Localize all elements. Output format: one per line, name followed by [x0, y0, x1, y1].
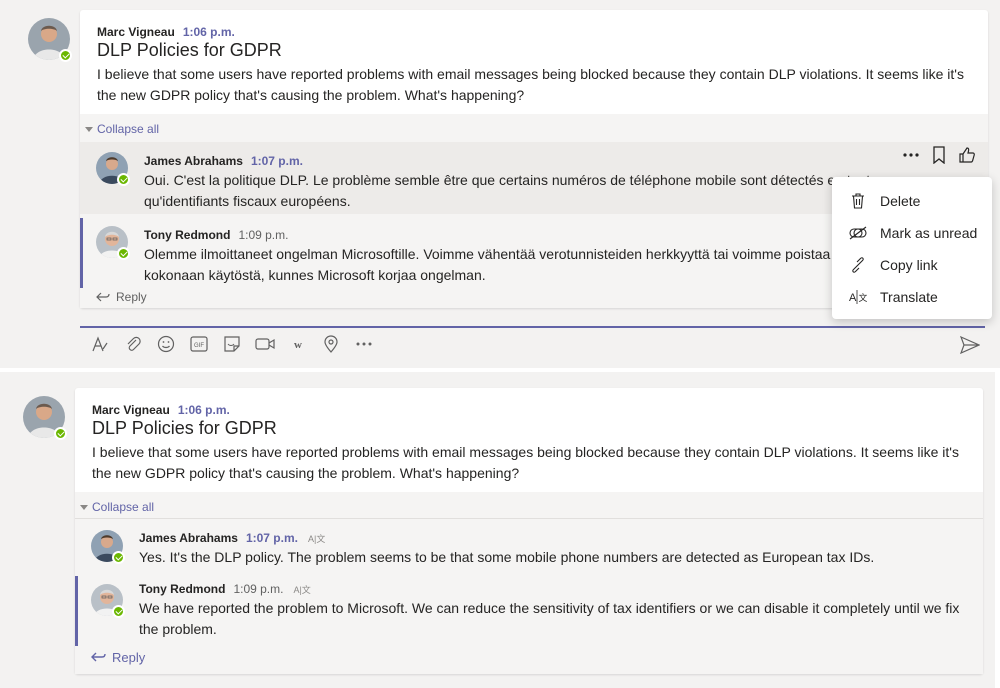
- collapse-all-button[interactable]: Collapse all: [85, 122, 159, 136]
- menu-item-translate[interactable]: A文 Translate: [832, 281, 992, 313]
- menu-item-label: Translate: [880, 289, 938, 305]
- reply-thread: Collapse all James Abrahams 1:07 p.m. A|文 …: [75, 492, 983, 674]
- sticker-icon[interactable]: [222, 334, 242, 354]
- reply-body: Olemme ilmoittaneet ongelman Microsoftil…: [144, 246, 857, 283]
- avatar-marc[interactable]: [23, 396, 67, 440]
- presence-available-icon: [54, 427, 67, 440]
- reply-author[interactable]: Tony Redmond: [144, 228, 230, 242]
- translated-icon: A|文: [293, 585, 311, 595]
- collapse-all-button[interactable]: Collapse all: [80, 500, 154, 514]
- reply-arrow-icon: [91, 652, 106, 662]
- reply-time: 1:07 p.m.: [250, 154, 303, 168]
- post-header: Marc Vigneau 1:06 p.m.: [97, 23, 235, 39]
- menu-item-mark-unread[interactable]: Mark as unread: [832, 217, 992, 249]
- svg-text:GIF: GIF: [194, 343, 204, 349]
- presence-available-icon: [117, 173, 130, 186]
- reply-author[interactable]: James Abrahams: [139, 531, 238, 545]
- reply-author[interactable]: James Abrahams: [144, 154, 243, 168]
- bookmark-icon[interactable]: [932, 146, 946, 164]
- presence-available-icon: [112, 551, 125, 564]
- gif-icon[interactable]: GIF: [189, 334, 209, 354]
- post-subject: DLP Policies for GDPR: [92, 418, 277, 438]
- menu-item-label: Copy link: [880, 257, 938, 273]
- reply-arrow-icon: [96, 292, 110, 302]
- message-hover-actions: [902, 146, 976, 164]
- post-author[interactable]: Marc Vigneau: [97, 25, 175, 39]
- reply-body: Oui. C'est la politique DLP. Le problème…: [144, 172, 871, 209]
- svg-text:w: w: [294, 339, 302, 351]
- post-body: I believe that some users have reported …: [97, 66, 964, 103]
- reply-time: 1:09 p.m.: [238, 228, 289, 242]
- reply-button[interactable]: Reply: [91, 650, 145, 665]
- collapse-all-label: Collapse all: [97, 122, 160, 136]
- reply-james[interactable]: James Abrahams 1:07 p.m. A|文 Yes. It's the…: [75, 518, 983, 568]
- meet-now-icon[interactable]: [255, 334, 275, 354]
- menu-item-delete[interactable]: Delete: [832, 185, 992, 217]
- like-icon[interactable]: [958, 146, 976, 164]
- presence-available-icon: [59, 49, 72, 62]
- post-author[interactable]: Marc Vigneau: [92, 403, 170, 417]
- emoji-icon[interactable]: [156, 334, 176, 354]
- more-options-icon[interactable]: [902, 146, 920, 164]
- reply-header: Tony Redmond 1:09 p.m.: [144, 226, 288, 242]
- reply-body: Yes. It's the DLP policy. The problem se…: [139, 549, 875, 565]
- reply-button[interactable]: Reply: [96, 290, 147, 304]
- presence-available-icon: [117, 247, 130, 260]
- top-screenshot: Marc Vigneau 1:06 p.m. DLP Policies for G…: [0, 0, 1000, 368]
- reply-time: 1:07 p.m.: [245, 531, 298, 545]
- post-body: I believe that some users have reported …: [92, 444, 959, 481]
- avatar-tony[interactable]: [91, 584, 125, 618]
- avatar-james[interactable]: [91, 530, 125, 564]
- svg-text:A: A: [849, 292, 857, 304]
- post-header: Marc Vigneau 1:06 p.m.: [92, 401, 230, 417]
- reply-header: James Abrahams 1:07 p.m.: [144, 152, 303, 168]
- translated-icon: A|文: [307, 534, 326, 544]
- chevron-down-icon: [85, 127, 93, 133]
- svg-text:文: 文: [859, 292, 868, 304]
- menu-item-label: Delete: [880, 193, 921, 209]
- attach-icon[interactable]: [123, 334, 143, 354]
- presence-available-icon: [112, 605, 125, 618]
- mark-unread-icon: [848, 223, 868, 243]
- reply-body: We have reported the problem to Microsof…: [139, 600, 960, 637]
- message-context-menu: Delete Mark as unread Copy link A文 Trans…: [832, 177, 992, 319]
- chevron-down-icon: [80, 505, 88, 511]
- collapse-all-label: Collapse all: [92, 500, 155, 514]
- post-time: 1:06 p.m.: [177, 403, 230, 417]
- trash-icon: [848, 191, 868, 211]
- reply-header: James Abrahams 1:07 p.m. A|文: [139, 529, 325, 545]
- bottom-screenshot: Marc Vigneau 1:06 p.m. DLP Policies for G…: [0, 372, 995, 688]
- post-time: 1:06 p.m.: [182, 25, 235, 39]
- menu-item-copy-link[interactable]: Copy link: [832, 249, 992, 281]
- avatar-tony[interactable]: [96, 226, 130, 260]
- post-card: Marc Vigneau 1:06 p.m. DLP Policies for G…: [75, 388, 983, 674]
- compose-toolbar: GIF w: [90, 334, 374, 354]
- wiki-icon[interactable]: w: [288, 334, 308, 354]
- menu-item-label: Mark as unread: [880, 225, 978, 241]
- translate-icon: A文: [848, 287, 868, 307]
- reply-author[interactable]: Tony Redmond: [139, 582, 225, 596]
- avatar-marc[interactable]: [28, 18, 72, 62]
- compose-box-border: [80, 326, 985, 328]
- more-apps-icon[interactable]: [354, 334, 374, 354]
- link-icon: [848, 255, 868, 275]
- location-icon[interactable]: [321, 334, 341, 354]
- reply-label: Reply: [112, 650, 146, 665]
- send-icon[interactable]: [959, 335, 981, 357]
- reply-header: Tony Redmond 1:09 p.m. A|文: [139, 580, 311, 596]
- reply-label: Reply: [116, 290, 147, 304]
- reply-tony[interactable]: Tony Redmond 1:09 p.m. A|文 We have reporte…: [75, 576, 983, 646]
- format-icon[interactable]: [90, 334, 110, 354]
- post-subject: DLP Policies for GDPR: [97, 40, 282, 60]
- reply-time: 1:09 p.m.: [233, 582, 284, 596]
- avatar-james[interactable]: [96, 152, 130, 186]
